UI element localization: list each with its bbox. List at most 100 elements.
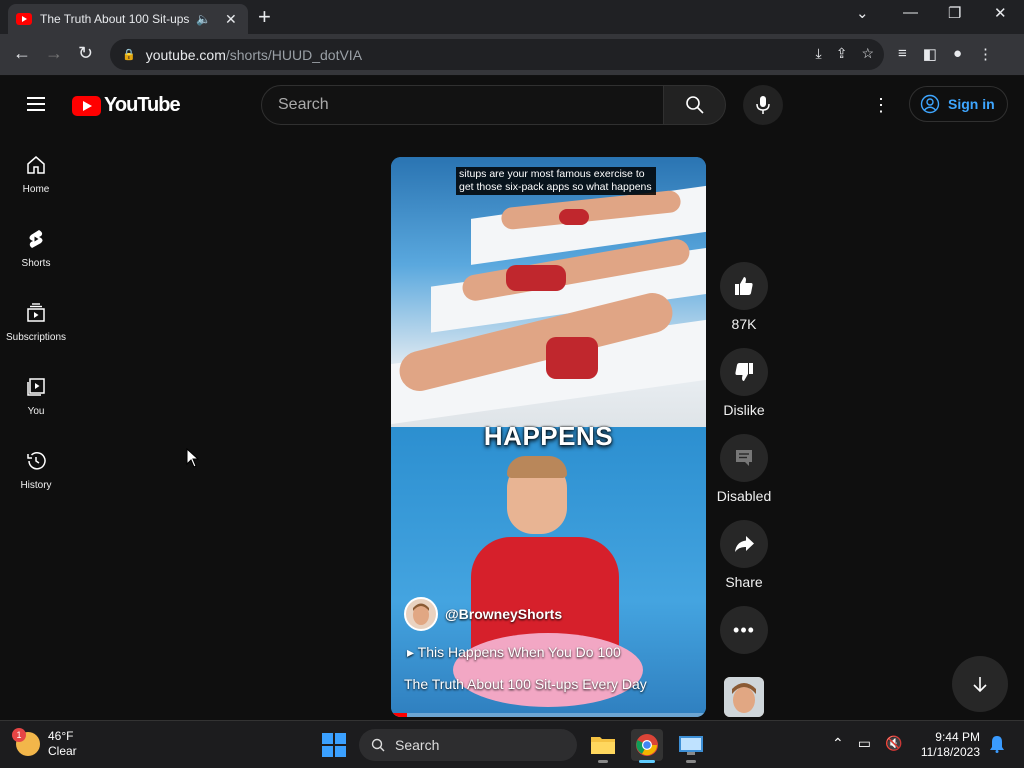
windows-start-icon[interactable] — [322, 733, 346, 757]
thumbs-down-icon — [735, 363, 753, 381]
control-panel-icon[interactable] — [675, 729, 707, 763]
channel-info[interactable]: @BrowneyShorts — [404, 597, 562, 631]
sidebar-item-subscriptions[interactable]: Subscriptions — [0, 288, 72, 362]
shorts-icon — [29, 230, 43, 248]
url-text: youtube.com/shorts/HUUD_dotVIA — [146, 47, 362, 63]
install-app-icon[interactable]: ⤓ — [816, 45, 822, 62]
youtube-header: YouTube ⋮ Sign in — [0, 77, 1024, 133]
video-progress-fill — [391, 713, 407, 717]
sign-in-button[interactable]: Sign in — [909, 86, 1008, 122]
mini-guide: Home Shorts Subscriptions You History — [0, 140, 72, 510]
comments-button[interactable] — [720, 434, 768, 482]
address-bar[interactable]: 🔒 youtube.com/shorts/HUUD_dotVIA ⤓ ⇪ ☆ — [110, 39, 884, 70]
play-arrow-icon: ▸ — [407, 644, 418, 660]
back-button[interactable]: ← — [13, 43, 31, 64]
windows-taskbar: 1 46°F Clear Search ⌃ ▭ 🔇 9:44 PM 11/18/… — [0, 720, 1024, 768]
sidebar-item-history[interactable]: History — [0, 436, 72, 510]
video-title[interactable]: The Truth About 100 Sit-ups Every Day — [404, 676, 647, 692]
file-explorer-icon[interactable] — [587, 729, 619, 763]
tab-close-icon[interactable]: ✕ — [225, 11, 237, 28]
dislike-label: Dislike — [723, 402, 765, 418]
share-label: Share — [725, 574, 763, 590]
taskbar-search-box[interactable]: Search — [359, 729, 577, 761]
sidebar-item-label: Shorts — [21, 258, 51, 269]
shorts-video-player[interactable]: situps are your most famous exercise to … — [391, 157, 706, 717]
url-host: youtube.com — [145, 46, 226, 63]
home-icon — [27, 156, 45, 174]
like-button[interactable] — [720, 262, 768, 310]
search-button[interactable] — [663, 85, 726, 125]
athlete-shorts — [559, 209, 589, 225]
browser-tab[interactable]: The Truth About 100 Sit-ups 🔈 ✕ — [8, 4, 248, 34]
chrome-icon[interactable] — [631, 729, 663, 763]
close-window-button[interactable]: ✕ — [994, 4, 1007, 22]
restore-button[interactable]: ❐ — [948, 4, 961, 22]
speaker-icon[interactable]: 🔈 — [196, 12, 211, 26]
reload-button[interactable]: ↻ — [78, 43, 93, 64]
channel-avatar[interactable] — [404, 597, 438, 631]
menu-icon[interactable] — [27, 97, 45, 111]
athlete-swimsuit — [506, 265, 566, 291]
dislike-button[interactable] — [720, 348, 768, 396]
settings-more-icon[interactable]: ⋮ — [872, 95, 890, 116]
sidebar-item-you[interactable]: You — [0, 362, 72, 436]
weather-widget[interactable]: 1 46°F Clear — [12, 728, 77, 759]
voice-search-button[interactable] — [743, 85, 783, 125]
video-progress-bar[interactable] — [391, 713, 706, 717]
youtube-favicon-icon — [16, 13, 32, 25]
weather-condition: Clear — [48, 744, 77, 758]
tab-search-chevron-icon[interactable]: ⌄ — [856, 4, 869, 22]
sidebar-item-home[interactable]: Home — [0, 140, 72, 214]
thumbs-up-icon — [735, 277, 753, 295]
search-icon — [371, 738, 385, 752]
related-video-link[interactable]: ▸ This Happens When You Do 100 — [407, 644, 621, 661]
comments-label: Disabled — [716, 488, 772, 504]
notification-bell-icon[interactable] — [989, 735, 1005, 758]
system-clock[interactable]: 9:44 PM 11/18/2023 — [918, 730, 980, 760]
network-icon[interactable]: ▭ — [858, 735, 871, 752]
logo-text: YouTube — [104, 94, 181, 116]
video-overlay-text: HAPPENS — [483, 421, 614, 451]
clock-time: 9:44 PM — [935, 730, 980, 744]
more-horizontal-icon: ••• — [733, 619, 755, 640]
share-arrow-icon — [735, 536, 754, 552]
app-running-indicator — [639, 760, 655, 763]
shorts-action-bar: 87K Dislike Disabled Share ••• — [716, 262, 772, 670]
minimize-button[interactable]: — — [903, 4, 918, 21]
media-controls-icon[interactable]: ≡ — [898, 45, 907, 63]
youtube-logo[interactable]: YouTube — [72, 94, 181, 117]
more-options-button[interactable]: ••• — [720, 606, 768, 654]
app-running-indicator — [686, 760, 696, 763]
app-running-indicator — [598, 760, 608, 763]
mouse-cursor-icon — [186, 447, 200, 473]
dislike-action: Dislike — [720, 348, 768, 418]
channel-thumbnail-icon — [724, 677, 764, 717]
taskbar-search-label: Search — [395, 737, 440, 753]
new-tab-button[interactable]: + — [258, 4, 271, 30]
microphone-icon — [756, 96, 770, 114]
sidebar-item-label: You — [27, 406, 45, 417]
share-button[interactable] — [720, 520, 768, 568]
more-action: ••• — [720, 606, 768, 654]
youtube-play-icon — [72, 95, 101, 116]
related-video-title: This Happens When You Do 100 — [417, 644, 621, 660]
share-action: Share — [720, 520, 768, 590]
lock-icon[interactable]: 🔒 — [122, 48, 136, 61]
url-path: /shorts/HUUD_dotVIA — [225, 46, 363, 63]
search-input[interactable] — [278, 96, 638, 114]
profile-icon[interactable]: ● — [953, 45, 962, 63]
athlete-shorts — [546, 337, 598, 379]
browser-menu-icon[interactable]: ⋮ — [978, 45, 993, 63]
side-panel-icon[interactable]: ◧ — [923, 45, 937, 63]
sidebar-item-shorts[interactable]: Shorts — [0, 214, 72, 288]
channel-name[interactable]: @BrowneyShorts — [445, 606, 562, 622]
subscriptions-icon — [27, 303, 45, 322]
volume-muted-icon[interactable]: 🔇 — [885, 735, 902, 752]
comments-action: Disabled — [716, 434, 772, 504]
audio-source-thumbnail[interactable] — [724, 677, 764, 717]
forward-button[interactable]: → — [45, 43, 63, 64]
share-page-icon[interactable]: ⇪ — [836, 45, 848, 62]
next-video-button[interactable] — [952, 656, 1008, 712]
chevron-up-icon[interactable]: ⌃ — [832, 735, 844, 752]
bookmark-star-icon[interactable]: ☆ — [861, 45, 874, 62]
